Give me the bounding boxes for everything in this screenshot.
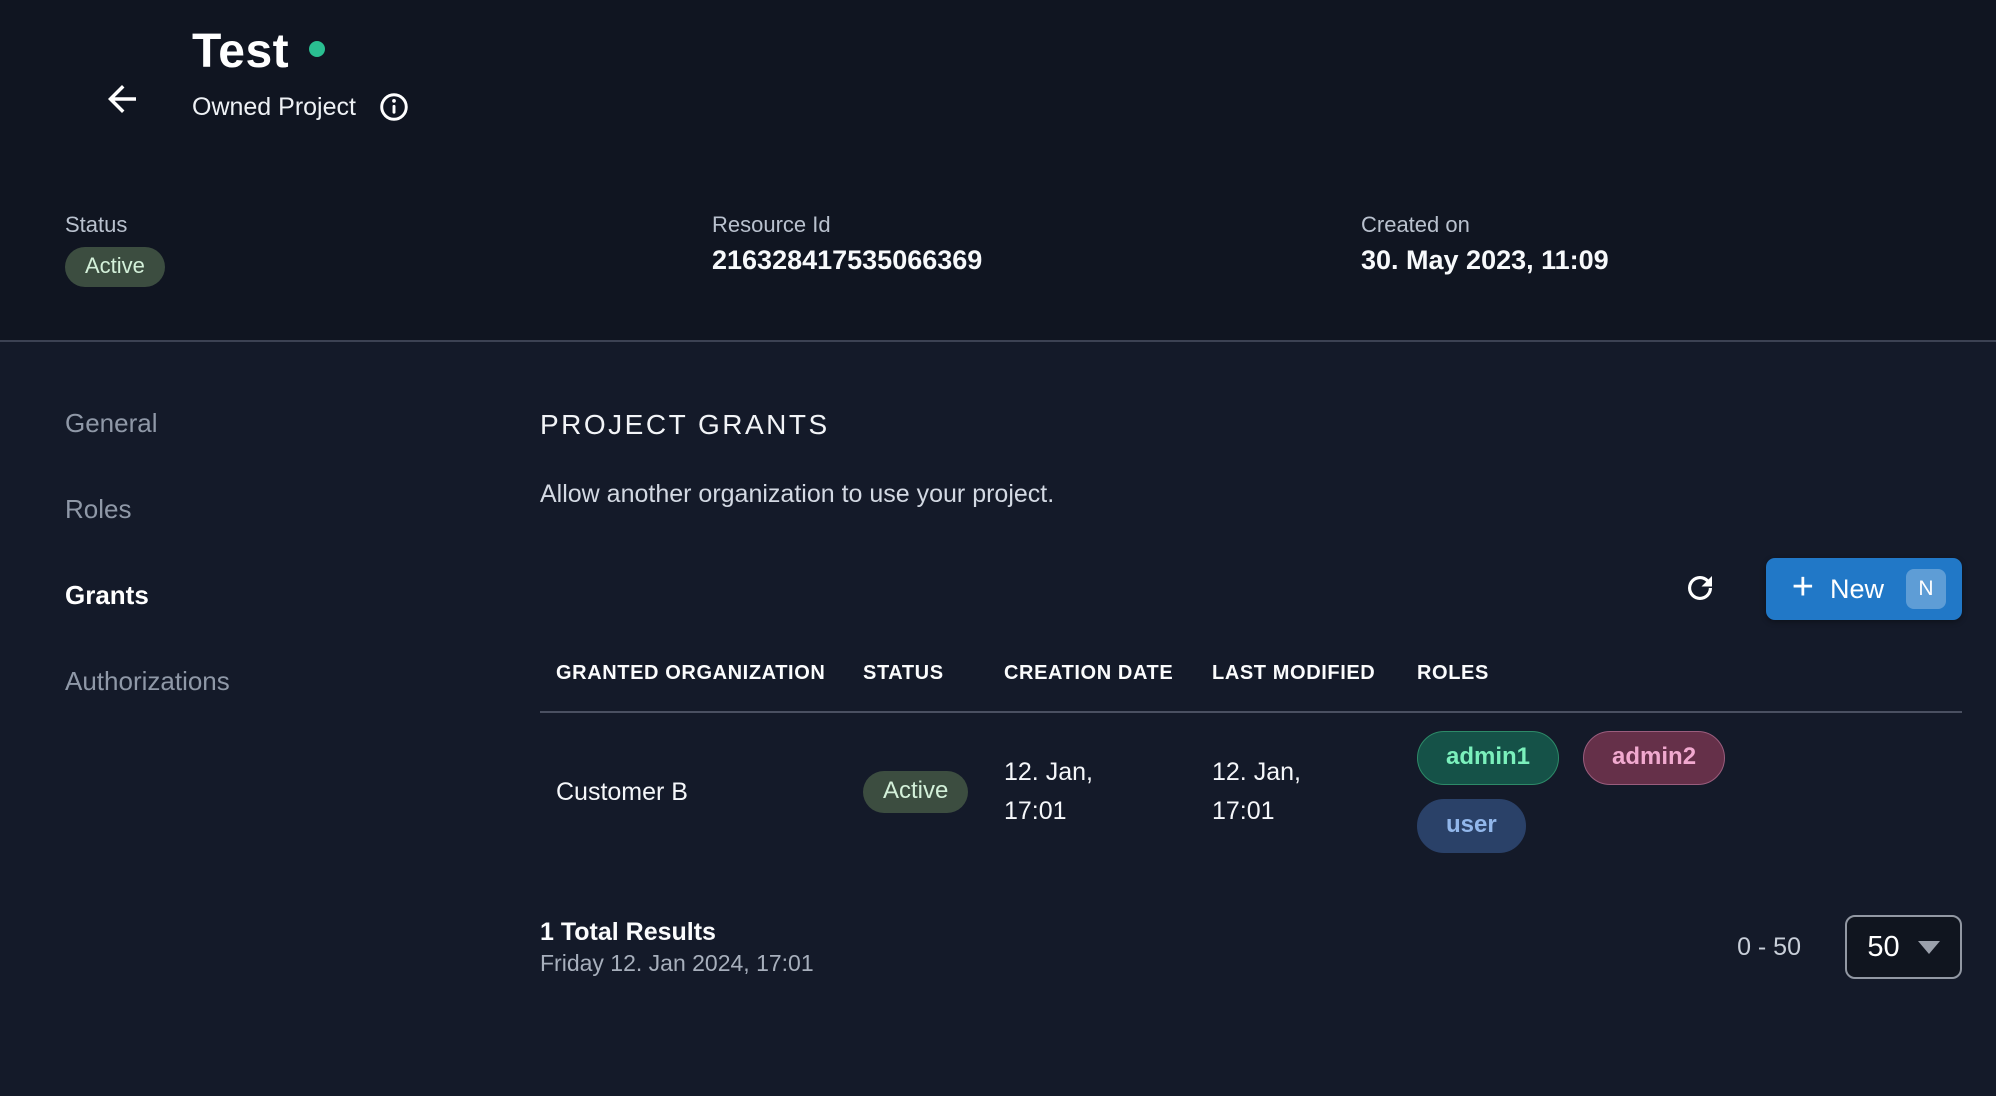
section-description: Allow another organization to use your p… xyxy=(540,478,1962,510)
body-row: General Roles Grants Authorizations PROJ… xyxy=(0,342,1996,1094)
sidebar-item-grants[interactable]: Grants xyxy=(65,580,540,610)
back-button[interactable] xyxy=(96,74,148,126)
cell-status: Active xyxy=(863,771,1004,813)
table-header-row: GRANTED ORGANIZATION STATUS CREATION DAT… xyxy=(540,620,1962,713)
created-on-label: Created on xyxy=(1361,210,1470,240)
status-meta: Status Active xyxy=(65,210,165,287)
resource-id-meta: Resource Id 216328417535066369 xyxy=(712,210,982,280)
caret-down-icon xyxy=(1918,941,1940,954)
table-footer: 1 Total Results Friday 12. Jan 2024, 17:… xyxy=(540,915,1962,979)
page-range: 0 - 50 xyxy=(1737,933,1801,962)
col-last-modified: LAST MODIFIED xyxy=(1212,662,1417,685)
page-title: Test xyxy=(192,24,289,79)
refresh-icon xyxy=(1682,570,1718,609)
cell-last-modified: 12. Jan, 17:01 xyxy=(1212,753,1417,831)
arrow-left-icon xyxy=(101,78,143,123)
results-timestamp: Friday 12. Jan 2024, 17:01 xyxy=(540,948,814,978)
last-modified-text: 12. Jan, 17:01 xyxy=(1212,753,1332,831)
paginator: 0 - 50 50 xyxy=(1737,915,1962,979)
resource-id-label: Resource Id xyxy=(712,210,831,240)
role-chip-admin2: admin2 xyxy=(1583,731,1725,785)
cell-creation-date: 12. Jan, 17:01 xyxy=(1004,753,1212,831)
sidebar-nav: General Roles Grants Authorizations xyxy=(0,342,540,1094)
col-roles: ROLES xyxy=(1417,662,1962,685)
table-row[interactable]: Customer B Active 12. Jan, 17:01 12. Jan… xyxy=(540,713,1962,873)
created-on-value: 30. May 2023, 11:09 xyxy=(1361,240,1609,280)
title-block: Test Owned Project xyxy=(192,24,410,123)
grants-toolbar: + New N xyxy=(540,558,1962,620)
refresh-button[interactable] xyxy=(1676,564,1724,615)
plus-icon: + xyxy=(1792,568,1814,606)
role-chip-admin1: admin1 xyxy=(1417,731,1559,785)
col-granted-organization: GRANTED ORGANIZATION xyxy=(556,662,863,685)
col-status: STATUS xyxy=(863,662,1004,685)
page-subtitle: Owned Project xyxy=(192,93,356,122)
results-summary: 1 Total Results Friday 12. Jan 2024, 17:… xyxy=(540,916,814,978)
info-circle-icon[interactable] xyxy=(378,91,410,123)
section-title: PROJECT GRANTS xyxy=(540,408,1962,442)
created-on-meta: Created on 30. May 2023, 11:09 xyxy=(1361,210,1609,280)
grants-table: GRANTED ORGANIZATION STATUS CREATION DAT… xyxy=(540,620,1962,873)
sidebar-item-general[interactable]: General xyxy=(65,408,540,438)
project-status-dot xyxy=(309,41,325,57)
new-button-label: New xyxy=(1830,574,1884,605)
creation-date-text: 12. Jan, 17:01 xyxy=(1004,753,1124,831)
keyboard-shortcut-badge: N xyxy=(1906,569,1946,609)
row-status-badge: Active xyxy=(863,771,968,813)
new-grant-button[interactable]: + New N xyxy=(1766,558,1962,620)
page-size-select[interactable]: 50 xyxy=(1845,915,1962,979)
sidebar-item-roles[interactable]: Roles xyxy=(65,494,540,524)
page-size-value: 50 xyxy=(1867,931,1899,964)
status-label: Status xyxy=(65,210,127,240)
cell-organization: Customer B xyxy=(556,778,863,807)
project-detail-page: Test Owned Project Status Active Resourc… xyxy=(0,0,1996,1096)
grants-section: PROJECT GRANTS Allow another organizatio… xyxy=(540,342,1996,1094)
total-results: 1 Total Results xyxy=(540,916,814,948)
resource-id-value: 216328417535066369 xyxy=(712,240,982,280)
cell-roles: admin1 admin2 user xyxy=(1417,729,1767,855)
page-header: Test Owned Project Status Active Resourc… xyxy=(0,0,1996,342)
status-badge: Active xyxy=(65,247,165,287)
sidebar-item-authorizations[interactable]: Authorizations xyxy=(65,666,540,696)
col-creation-date: CREATION DATE xyxy=(1004,662,1212,685)
role-chip-user: user xyxy=(1417,799,1526,853)
